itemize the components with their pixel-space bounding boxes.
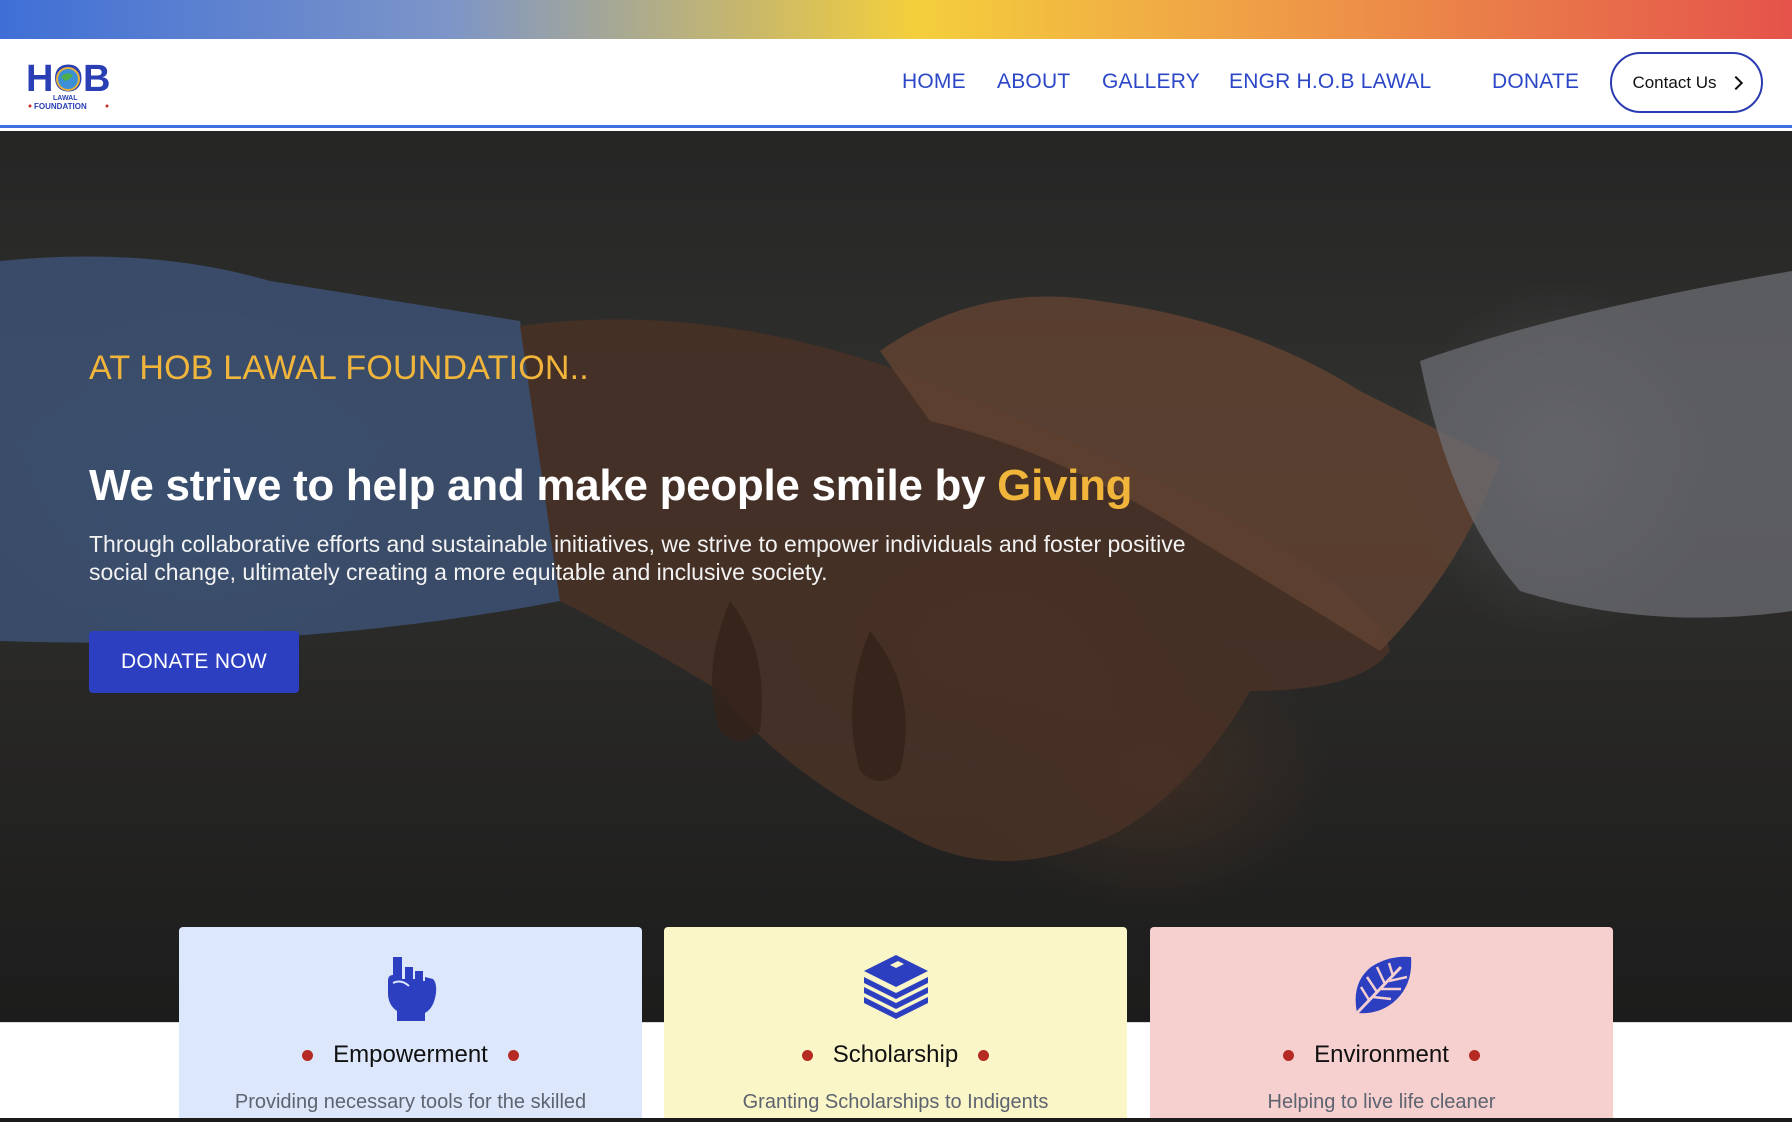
site-header: HOB LAWAL FOUNDATION HOME ABOUT GALLERY … [0, 39, 1792, 128]
card-environment[interactable]: Environment Helping to live life cleaner [1150, 927, 1613, 1122]
bullet-dot [507, 1049, 519, 1061]
main-nav: HOME ABOUT GALLERY ENGR H.O.B LAWAL DONA… [0, 39, 1792, 128]
raised-fist-icon [383, 953, 439, 1028]
headline-accent: Giving [997, 461, 1133, 510]
hero-headline: We strive to help and make people smile … [89, 461, 1133, 511]
hero-subtext: Through collaborative efforts and sustai… [89, 531, 1186, 585]
chevron-right-icon [1728, 75, 1743, 91]
card-description: Granting Scholarships to Indigents [742, 1091, 1049, 1113]
card-title-row: Environment [1150, 1041, 1613, 1069]
card-title: Empowerment [333, 1041, 488, 1068]
nav-about[interactable]: ABOUT [997, 70, 1070, 94]
bullet-dot [978, 1049, 990, 1061]
card-title-row: Empowerment [179, 1041, 642, 1069]
top-gradient-bar [0, 0, 1792, 39]
hero-kicker: AT HOB LAWAL FOUNDATION.. [89, 349, 589, 387]
card-title-row: Scholarship [664, 1041, 1127, 1069]
nav-donate[interactable]: DONATE [1492, 70, 1579, 94]
card-scholarship[interactable]: Scholarship Granting Scholarships to Ind… [664, 927, 1127, 1122]
contact-us-label: Contact Us [1632, 72, 1717, 92]
hero-section: AT HOB LAWAL FOUNDATION.. We strive to h… [0, 131, 1792, 1022]
donate-now-button[interactable]: DONATE NOW [89, 631, 299, 693]
headline-main: We strive to help and make people smile … [89, 461, 998, 510]
nav-engr-hob-lawal[interactable]: ENGR H.O.B LAWAL [1229, 70, 1431, 94]
card-title: Scholarship [832, 1041, 959, 1068]
book-stack-icon [860, 953, 932, 1024]
contact-us-button[interactable]: Contact Us [1610, 52, 1763, 113]
nav-gallery[interactable]: GALLERY [1102, 70, 1200, 94]
card-description: Helping to live life cleaner [1267, 1091, 1496, 1113]
bottom-edge [0, 1118, 1792, 1122]
card-description: Providing necessary tools for the skille… [234, 1091, 587, 1113]
bullet-dot [1468, 1049, 1480, 1061]
bullet-dot [801, 1049, 813, 1061]
bullet-dot [1283, 1049, 1295, 1061]
card-empowerment[interactable]: Empowerment Providing necessary tools fo… [179, 927, 642, 1122]
bullet-dot [302, 1049, 314, 1061]
leaf-icon [1349, 953, 1415, 1024]
nav-home[interactable]: HOME [902, 70, 966, 94]
card-title: Environment [1314, 1041, 1449, 1068]
